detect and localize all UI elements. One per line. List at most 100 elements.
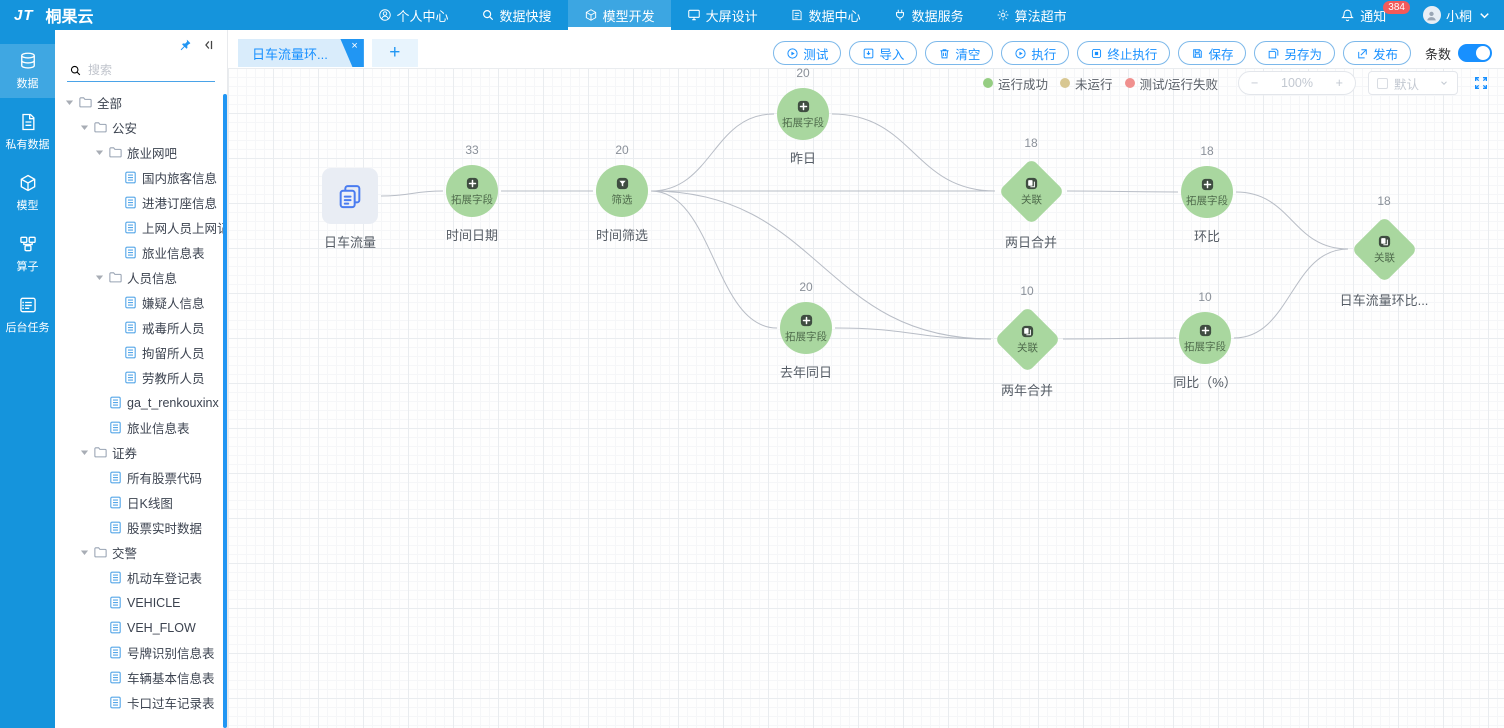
toolbar-button-label: 另存为 (1284, 44, 1322, 63)
rail-item[interactable]: 后台任务 (0, 288, 55, 342)
tree-row[interactable]: 戒毒所人员 (55, 315, 227, 340)
nav-item[interactable]: 数据服务 (877, 0, 980, 30)
tree-row[interactable]: 号牌识别信息表 (55, 640, 227, 665)
node-count: 20 (799, 280, 812, 294)
fit-view-button[interactable] (1470, 72, 1492, 94)
folder-icon (78, 95, 93, 110)
play-circle-icon (1014, 47, 1027, 60)
notification-badge: 384 (1383, 1, 1410, 14)
folder-icon (108, 145, 123, 160)
tree-row[interactable]: 拘留所人员 (55, 340, 227, 365)
legend-dot (1125, 78, 1135, 88)
nav-item[interactable]: 数据中心 (774, 0, 877, 30)
toolbar-button[interactable]: 导入 (849, 41, 917, 65)
user-name[interactable]: 小桐 (1446, 6, 1472, 25)
avatar[interactable] (1423, 6, 1441, 24)
toolbar-button[interactable]: 清空 (925, 41, 993, 65)
tree-row[interactable]: 上网人员上网记录 (55, 215, 227, 240)
node-shape: 关联 (994, 306, 1060, 372)
zoom-out-button[interactable]: − (1251, 76, 1258, 90)
tree-row[interactable]: 交警 (55, 540, 227, 565)
caret-down-icon (80, 548, 89, 557)
toolbar-button[interactable]: 另存为 (1254, 41, 1335, 65)
table-icon (123, 220, 138, 235)
tree-row[interactable]: VEHICLE (55, 590, 227, 615)
tree-row[interactable]: 旅业信息表 (55, 415, 227, 440)
toolbar-button[interactable]: 终止执行 (1077, 41, 1170, 65)
node-shape: 拓展字段 (1181, 166, 1233, 218)
rail-item[interactable]: 私有数据 (0, 105, 55, 159)
nav-item[interactable]: 个人中心 (362, 0, 465, 30)
rail-item[interactable]: 算子 (0, 227, 55, 281)
tree-row[interactable]: 车辆基本信息表 (55, 665, 227, 690)
caret-down-icon (95, 148, 104, 157)
tree-row[interactable]: VEH_FLOW (55, 615, 227, 640)
node-count: 18 (1377, 194, 1390, 208)
nav-item[interactable]: 数据快搜 (465, 0, 568, 30)
tree-row[interactable]: 劳教所人员 (55, 365, 227, 390)
filter-icon (615, 176, 630, 191)
rows-toggle[interactable] (1458, 44, 1492, 62)
node-count: 20 (796, 66, 809, 80)
legend-label: 运行成功 (998, 74, 1048, 93)
rail-item-label: 算子 (17, 258, 39, 274)
toolbar-button[interactable]: 执行 (1001, 41, 1069, 65)
nav-item[interactable]: 模型开发 (568, 0, 671, 30)
view-mode-select[interactable]: 默认 (1368, 71, 1458, 95)
model-icon (584, 8, 598, 22)
trash-icon (938, 47, 951, 60)
chevron-down-icon (1439, 78, 1449, 88)
nav-item[interactable]: 大屏设计 (671, 0, 774, 30)
tree-row[interactable]: 公安 (55, 115, 227, 140)
tasks-icon (18, 295, 38, 315)
rail-item[interactable]: 模型 (0, 166, 55, 220)
tree-row[interactable]: 所有股票代码 (55, 465, 227, 490)
pin-icon[interactable] (178, 38, 192, 52)
data-tree: 全部公安旅业网吧国内旅客信息进港订座信息上网人员上网记录旅业信息表人员信息嫌疑人… (55, 88, 227, 728)
toolbar-buttons: 测试导入清空执行终止执行保存 另存为 发布 (773, 41, 1411, 65)
tree-search (67, 59, 215, 82)
nav-item[interactable]: 算法超市 (980, 0, 1083, 30)
tree-row[interactable]: 机动车登记表 (55, 565, 227, 590)
open-model-tab[interactable]: 日车流量环... × (238, 39, 364, 67)
tree-row[interactable]: 卡口过车记录表 (55, 690, 227, 715)
add-tab-button[interactable]: + (372, 39, 418, 67)
flow-edge (835, 328, 991, 339)
search-icon (481, 8, 495, 22)
node-shape-inner: 关联 (1008, 168, 1055, 215)
tree-row[interactable]: ga_t_renkouxinx (55, 390, 227, 415)
tab-close-icon[interactable]: × (351, 40, 357, 52)
table-icon (108, 520, 123, 535)
flow-canvas[interactable]: 运行成功未运行测试/运行失败 − 100% + 默认 日车流量33拓展字段时间日… (228, 68, 1504, 728)
node-name-label: 日车流量 (324, 232, 376, 251)
legend-label: 未运行 (1075, 74, 1113, 93)
collapse-panel-icon[interactable] (201, 38, 215, 52)
tree-row[interactable]: 旅业信息表 (55, 240, 227, 265)
toolbar-button[interactable]: 测试 (773, 41, 841, 65)
table-icon (108, 495, 123, 510)
plus-icon (1200, 177, 1215, 192)
nav-item-label: 个人中心 (397, 6, 449, 25)
tree-row[interactable]: 国内旅客信息 (55, 165, 227, 190)
toolbar-button[interactable]: 保存 (1178, 41, 1246, 65)
tree-row[interactable]: 全部 (55, 90, 227, 115)
node-count: 33 (465, 143, 478, 157)
tree-row[interactable]: 人员信息 (55, 265, 227, 290)
table-icon (108, 470, 123, 485)
tree-row[interactable]: 日K线图 (55, 490, 227, 515)
bell-icon[interactable] (1340, 8, 1355, 23)
toolbar-button[interactable]: 发布 (1343, 41, 1411, 65)
tree-row-label: 旅业信息表 (127, 418, 190, 437)
tree-scrollbar[interactable] (223, 94, 227, 728)
tree-row[interactable]: 旅业网吧 (55, 140, 227, 165)
search-input[interactable] (88, 63, 213, 77)
tree-row[interactable]: 股票实时数据 (55, 515, 227, 540)
chevron-down-icon[interactable] (1477, 8, 1492, 23)
rail-item[interactable]: 数据 (0, 44, 55, 98)
tree-row[interactable]: 嫌疑人信息 (55, 290, 227, 315)
tree-row[interactable]: 证券 (55, 440, 227, 465)
tree-row-label: 日K线图 (127, 493, 173, 512)
zoom-in-button[interactable]: + (1336, 76, 1343, 90)
node-shape: 关联 (1351, 216, 1417, 282)
tree-row[interactable]: 进港订座信息 (55, 190, 227, 215)
